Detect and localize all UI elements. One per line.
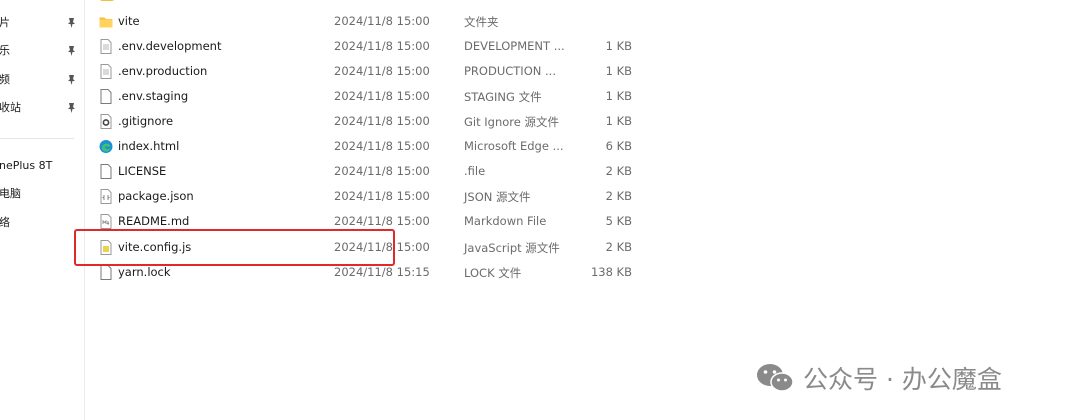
file-type: STAGING 文件 (464, 90, 542, 104)
file-type: JavaScript 源文件 (464, 241, 560, 255)
nav-item-device[interactable]: nePlus 8T (0, 155, 84, 177)
file-size: 1 KB (605, 89, 632, 103)
file-type: Microsoft Edge ... (464, 139, 564, 153)
file-size: 6 KB (605, 139, 632, 153)
file-date: 2024/11/8 15:00 (334, 164, 430, 178)
pin-icon (68, 46, 75, 56)
file-name: yarn.lock (118, 265, 171, 279)
file-row[interactable]: .gitignore 2024/11/8 15:00 Git Ignore 源文… (84, 109, 644, 134)
navigation-pane: 片 乐 频 收站 nePlus 8T 电脑 络 (0, 0, 85, 420)
pin-icon (68, 75, 75, 85)
nav-item-label: 收站 (0, 101, 21, 114)
file-type: .file (464, 164, 486, 178)
file-type: LOCK 文件 (464, 266, 522, 280)
file-date: 2024/11/8 15:00 (334, 214, 430, 228)
file-date: 2024/11/8 15:00 (334, 39, 430, 53)
nav-item-label: 片 (0, 16, 10, 29)
file-size: 1 KB (605, 39, 632, 53)
file-size: 5 KB (605, 214, 632, 228)
nav-item-this-pc[interactable]: 电脑 (0, 183, 84, 205)
json-file-icon (100, 189, 112, 204)
file-row[interactable]: .env.production 2024/11/8 15:00 PRODUCTI… (84, 59, 644, 84)
sidebar-divider (0, 138, 74, 139)
file-type: DEVELOPMENT ... (464, 39, 565, 53)
text-file-icon (100, 39, 112, 54)
file-type: Git Ignore 源文件 (464, 115, 559, 129)
file-row[interactable]: index.html 2024/11/8 15:00 Microsoft Edg… (84, 134, 644, 159)
pin-icon (68, 103, 75, 113)
file-size: 2 KB (605, 164, 632, 178)
nav-item-music[interactable]: 乐 (0, 40, 84, 62)
file-name: .env.development (118, 39, 222, 53)
file-name: LICENSE (118, 164, 167, 178)
file-date: 2024/11/8 15:00 (334, 139, 430, 153)
file-size: 1 KB (605, 114, 632, 128)
file-name: .env.production (118, 64, 208, 78)
file-name: package.json (118, 189, 194, 203)
file-type: PRODUCTION ... (464, 64, 556, 78)
text-file-icon (100, 64, 112, 79)
nav-item-network[interactable]: 络 (0, 212, 84, 234)
nav-item-label: 频 (0, 73, 10, 86)
file-date: 2024/11/8 15:00 (334, 189, 430, 203)
file-date: 2024/11/8 15:00 (334, 89, 430, 103)
file-date: 2024/11/8 15:00 (334, 64, 430, 78)
file-name: .env.staging (118, 89, 189, 103)
nav-item-videos[interactable]: 频 (0, 69, 84, 91)
file-date: 2024/11/8 15:00 (334, 14, 430, 28)
file-row[interactable]: LICENSE 2024/11/8 15:00 .file 2 KB (84, 159, 644, 184)
file-size: 2 KB (605, 240, 632, 254)
file-row[interactable]: vite 2024/11/8 15:00 文件夹 (84, 9, 644, 34)
edge-icon (99, 140, 113, 153)
file-size: 2 KB (605, 189, 632, 203)
file-row[interactable]: package.json 2024/11/8 15:00 JSON 源文件 2 … (84, 184, 644, 209)
file-row[interactable]: .env.development 2024/11/8 15:00 DEVELOP… (84, 34, 644, 59)
file-name: .gitignore (118, 114, 174, 128)
blank-file-icon (100, 265, 112, 280)
folder-icon (99, 17, 113, 28)
wechat-icon (757, 364, 794, 392)
gear-file-icon (100, 114, 112, 129)
watermark: 公众号 · 办公魔盒 (755, 360, 1002, 396)
file-size: 138 KB (590, 265, 632, 279)
nav-item-label: 络 (0, 216, 10, 229)
blank-file-icon (100, 164, 112, 179)
file-type: 文件夹 (464, 15, 499, 29)
file-name: index.html (118, 139, 180, 153)
nav-item-label: 电脑 (0, 187, 21, 200)
pin-icon (68, 18, 75, 28)
blank-file-icon (100, 89, 112, 104)
file-size: 1 KB (605, 64, 632, 78)
highlight-box (74, 229, 395, 266)
nav-item-label: 乐 (0, 44, 10, 57)
file-row[interactable]: .env.staging 2024/11/8 15:00 STAGING 文件 … (84, 84, 644, 109)
nav-item-label: nePlus 8T (0, 159, 53, 172)
markdown-file-icon (100, 214, 112, 229)
file-type: JSON 源文件 (464, 190, 531, 204)
watermark-text: 公众号 · 办公魔盒 (803, 365, 1002, 394)
file-date: 2024/11/8 15:00 (334, 114, 430, 128)
nav-item-recycle-bin[interactable]: 收站 (0, 97, 84, 119)
folder-icon (100, 0, 114, 1)
file-type: Markdown File (464, 214, 547, 228)
file-date: 2024/11/8 15:15 (334, 265, 430, 279)
file-name: vite (118, 14, 140, 28)
file-name: README.md (118, 214, 190, 228)
nav-item-pictures[interactable]: 片 (0, 12, 84, 34)
